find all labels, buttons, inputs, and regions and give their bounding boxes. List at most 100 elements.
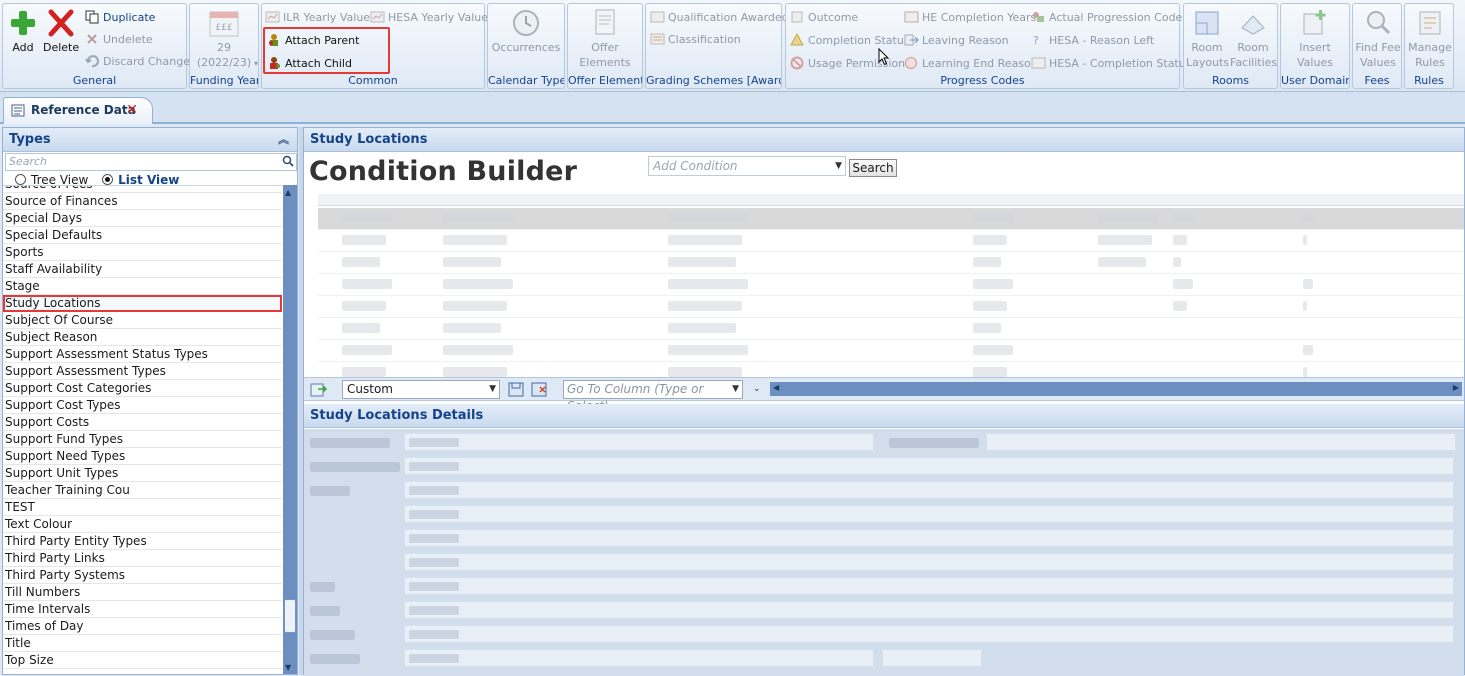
type-list-item[interactable]: Source of Fees [3,186,282,193]
detail-field-input[interactable] [986,433,1456,451]
scroll-right-icon[interactable]: ▶ [1453,383,1459,392]
undelete-button[interactable]: Undelete [85,30,153,50]
occurrences-button[interactable]: Occurrences [490,8,562,55]
room-layouts-button[interactable]: Room Layouts [1186,8,1229,70]
classification-button[interactable]: Classification [650,30,741,50]
type-list-item[interactable]: Support Fund Types [3,431,282,448]
discard-changes-button[interactable]: Discard Changes [85,52,196,72]
export-grid-icon[interactable] [310,381,328,398]
toolbar-overflow-icon[interactable]: ⌄ [753,384,761,394]
table-row[interactable] [318,296,1464,318]
usage-permissions-button[interactable]: Usage Permissions [790,54,911,74]
table-row[interactable] [318,362,1464,377]
type-list-item[interactable]: Staff Availability [3,261,282,278]
type-list-item[interactable]: TEST [3,499,282,516]
table-row[interactable] [318,208,1464,230]
hesa-reason-left-button[interactable]: ? HESA - Reason Left [1031,31,1154,51]
type-list-item[interactable]: Subject Of Course [3,312,282,329]
add-button[interactable]: Add [7,8,39,55]
detail-field-input[interactable] [404,649,874,667]
search-button[interactable]: Search [849,159,897,177]
type-list-item[interactable]: Special Defaults [3,227,282,244]
actual-progression-codes-button[interactable]: Actual Progression Codes [1031,8,1188,28]
type-list-item[interactable]: Study Locations [3,295,282,312]
table-row[interactable] [318,340,1464,362]
detail-field-input[interactable] [404,505,1454,523]
save-layout-icon[interactable] [508,381,525,398]
type-list-item[interactable]: Times of Day [3,618,282,635]
type-list-item[interactable]: Subject Reason [3,329,282,346]
type-list-item[interactable]: Text Colour [3,516,282,533]
type-list-item[interactable]: Source of Finances [3,193,282,210]
detail-field-input[interactable] [404,433,874,451]
grid-horizontal-scrollbar[interactable]: ◀ ▶ [770,382,1462,396]
type-list-item[interactable]: Support Need Types [3,448,282,465]
duplicate-button[interactable]: Duplicate [85,8,155,28]
detail-field-input[interactable] [882,649,982,667]
types-search-input[interactable]: Search [5,153,297,171]
detail-field-input[interactable] [404,601,1454,619]
study-locations-grid[interactable] [304,194,1464,377]
type-list-item[interactable]: Special Days [3,210,282,227]
hesa-completion-status-button[interactable]: HESA - Completion Status [1031,54,1191,74]
type-list-item[interactable]: Support Unit Types [3,465,282,482]
type-list-item[interactable]: Third Party Entity Types [3,533,282,550]
table-cell [668,367,742,377]
type-list-item[interactable]: Stage [3,278,282,295]
collapse-icon[interactable]: ︽ [278,128,289,152]
delete-button[interactable]: Delete [43,8,79,55]
room-facilities-button[interactable]: Room Facilities [1230,8,1277,70]
ilr-yearly-values-button[interactable]: ILR Yearly Values [265,8,376,28]
table-cell [973,257,1001,267]
types-list-scrollbar[interactable]: ▲ ▼ [283,185,297,674]
type-list-item[interactable]: Till Numbers [3,584,282,601]
detail-field-input[interactable] [404,529,1454,547]
insert-values-button[interactable]: Insert Values [1283,8,1347,70]
add-condition-dropdown[interactable]: Add Condition ▼ [648,156,846,176]
table-row[interactable] [318,252,1464,274]
calendar-money-icon: £££ [209,11,239,37]
tab-reference-data[interactable]: Reference Data ✕ [3,97,153,124]
type-list-item[interactable]: Support Assessment Types [3,363,282,380]
hesa-yearly-values-button[interactable]: HESA Yearly Values [370,8,494,28]
scrollbar-thumb[interactable] [284,599,296,633]
type-list-item[interactable]: Title [3,635,282,652]
reset-layout-icon[interactable] [531,381,548,398]
grid-layout-select[interactable]: Custom ▼ [342,380,500,399]
type-list-item[interactable]: Support Cost Categories [3,380,282,397]
find-fee-values-button[interactable]: Find Fee Values [1354,8,1402,70]
type-list-item[interactable]: Time Intervals [3,601,282,618]
qualification-awarded-button[interactable]: Qualification Awarded [650,8,789,28]
outcome-button[interactable]: Outcome [790,8,858,28]
detail-field-input[interactable] [404,553,1454,571]
offer-elements-button[interactable]: Offer Elements [570,8,640,70]
type-list-item[interactable]: Third Party Systems [3,567,282,584]
detail-field-input[interactable] [404,577,1454,595]
type-list-item[interactable]: Top Size [3,652,282,669]
table-row[interactable] [318,318,1464,340]
detail-field-input[interactable] [404,481,1454,499]
learning-end-reason-button[interactable]: Learning End Reason [904,54,1038,74]
type-list-item[interactable]: Support Cost Types [3,397,282,414]
detail-field-input[interactable] [404,457,1454,475]
scroll-down-icon[interactable]: ▼ [285,663,291,672]
type-list-item[interactable]: Third Party Links [3,550,282,567]
funding-year-selector[interactable]: £££ 29 (2022/23) ▾ [192,8,258,70]
go-to-column-input[interactable]: Go To Column (Type or Select) ▼ [563,380,743,413]
scroll-up-icon[interactable]: ▲ [285,188,291,197]
detail-field-input[interactable] [404,625,1454,643]
type-list-item[interactable]: Support Costs [3,414,282,431]
type-list-item[interactable]: Sports [3,244,282,261]
search-icon[interactable] [282,155,294,167]
close-tab-icon[interactable]: ✕ [126,98,138,123]
table-row[interactable] [318,230,1464,252]
completion-status-button[interactable]: Completion Status [790,31,910,51]
leaving-reason-button[interactable]: Leaving Reason [904,31,1009,51]
he-completion-years-button[interactable]: HE Completion Years [904,8,1036,28]
type-list-item[interactable]: Teacher Training Cou [3,482,282,499]
scroll-left-icon[interactable]: ◀ [773,383,779,392]
manage-rules-button[interactable]: Manage Rules [1406,8,1454,70]
type-list-item[interactable]: Support Assessment Status Types [3,346,282,363]
detail-field-value [409,462,459,471]
table-row[interactable] [318,274,1464,296]
